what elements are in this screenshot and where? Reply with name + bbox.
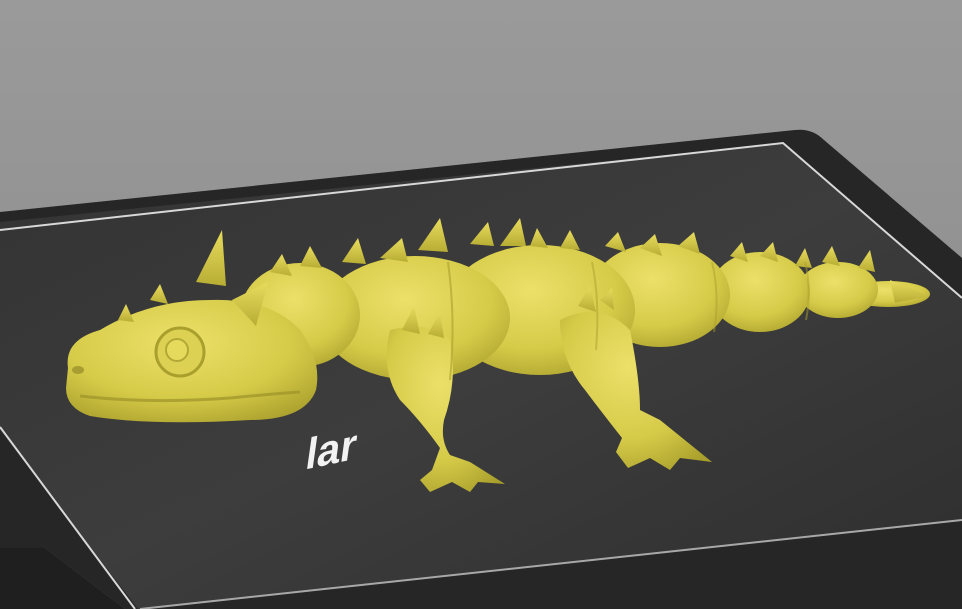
scene-canvas[interactable]: lar	[0, 0, 962, 609]
dragon-nostril	[72, 366, 84, 374]
tail-segment	[798, 262, 878, 318]
3d-viewport[interactable]: lar	[0, 0, 962, 609]
dragon-eye-pupil	[165, 338, 189, 362]
